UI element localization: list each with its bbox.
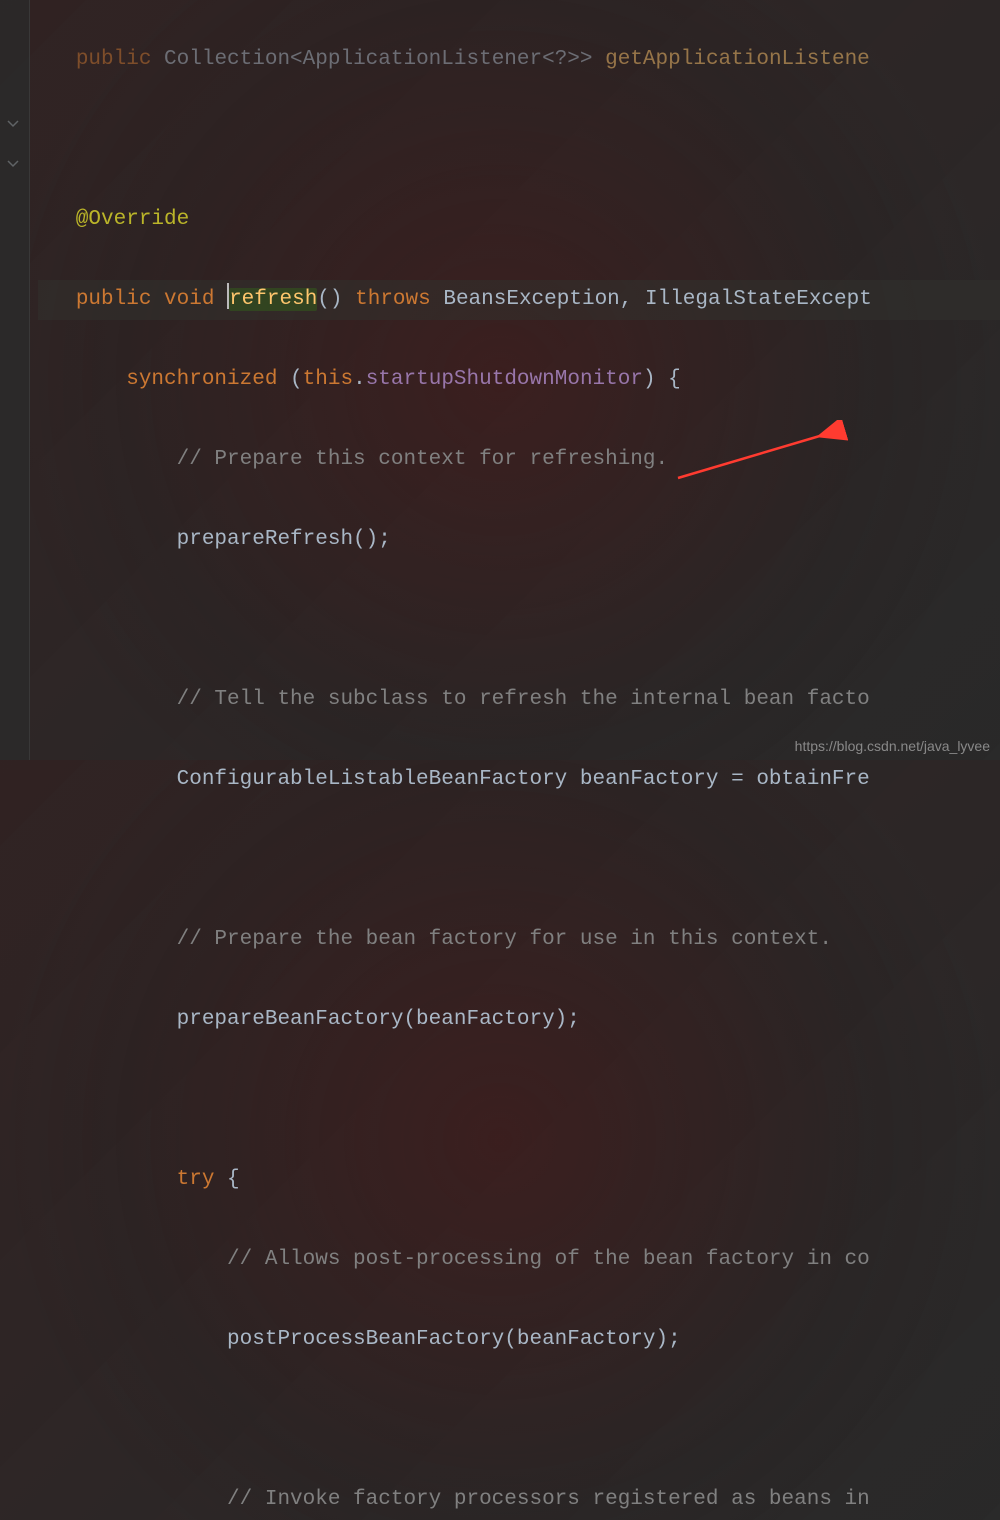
code-line: // Invoke factory processors registered … <box>38 1480 1000 1520</box>
code-line <box>38 1080 1000 1120</box>
code-line: ConfigurableListableBeanFactory beanFact… <box>38 760 1000 800</box>
parens: () <box>317 288 355 311</box>
brace: ) { <box>643 368 681 391</box>
method-name: getApplicationListene <box>605 48 870 71</box>
code-line: @Override <box>38 200 1000 240</box>
code-line: // Prepare the bean factory for use in t… <box>38 920 1000 960</box>
space <box>431 288 444 311</box>
type-text: IllegalStateExcept <box>645 288 872 311</box>
code-line: prepareRefresh(); <box>38 520 1000 560</box>
space <box>214 288 227 311</box>
comment: // Invoke factory processors registered … <box>38 1488 870 1511</box>
comma: , <box>620 288 645 311</box>
indent <box>38 288 76 311</box>
brace: { <box>214 1168 239 1191</box>
space <box>151 288 164 311</box>
code-text: postProcessBeanFactory(beanFactory); <box>38 1328 681 1351</box>
indent <box>38 48 76 71</box>
keyword: this <box>303 368 353 391</box>
code-text: ConfigurableListableBeanFactory beanFact… <box>38 768 870 791</box>
watermark-text: https://blog.csdn.net/java_lyvee <box>795 738 990 754</box>
code-line: synchronized (this.startupShutdownMonito… <box>38 360 1000 400</box>
code-line-current: public void refresh() throws BeansExcept… <box>38 280 1000 320</box>
comment: // Tell the subclass to refresh the inte… <box>38 688 870 711</box>
comment: // Allows post-processing of the bean fa… <box>38 1248 870 1271</box>
code-line: // Tell the subclass to refresh the inte… <box>38 680 1000 720</box>
collapse-icon[interactable] <box>6 115 20 129</box>
keyword: throws <box>355 288 431 311</box>
annotation: @Override <box>38 208 189 231</box>
keyword: try <box>177 1168 215 1191</box>
indent <box>38 368 126 391</box>
code-line <box>38 840 1000 880</box>
keyword: public <box>76 288 152 311</box>
comment: // Prepare the bean factory for use in t… <box>38 928 832 951</box>
code-line <box>38 120 1000 160</box>
method-name-highlighted: refresh <box>229 288 317 311</box>
indent <box>38 1168 177 1191</box>
comment: // Prepare this context for refreshing. <box>38 448 668 471</box>
code-line: try { <box>38 1160 1000 1200</box>
type-text: BeansException <box>443 288 619 311</box>
collapse-icon[interactable] <box>6 155 20 169</box>
keyword: synchronized <box>126 368 277 391</box>
code-text: prepareRefresh(); <box>38 528 391 551</box>
code-editor[interactable]: public Collection<ApplicationListener<?>… <box>30 0 1000 760</box>
field-name: startupShutdownMonitor <box>366 368 643 391</box>
code-line: prepareBeanFactory(beanFactory); <box>38 1000 1000 1040</box>
text-cursor <box>227 283 229 309</box>
code-line: postProcessBeanFactory(beanFactory); <box>38 1320 1000 1360</box>
code-line: public Collection<ApplicationListener<?>… <box>38 40 1000 80</box>
editor-gutter <box>0 0 30 760</box>
dot: . <box>353 368 366 391</box>
code-line: // Allows post-processing of the bean fa… <box>38 1240 1000 1280</box>
code-line: // Prepare this context for refreshing. <box>38 440 1000 480</box>
type-text: Collection<ApplicationListener<?>> <box>151 48 605 71</box>
code-line <box>38 1400 1000 1440</box>
keyword: public <box>76 48 152 71</box>
paren: ( <box>277 368 302 391</box>
code-line <box>38 600 1000 640</box>
code-text: prepareBeanFactory(beanFactory); <box>38 1008 580 1031</box>
keyword: void <box>164 288 214 311</box>
